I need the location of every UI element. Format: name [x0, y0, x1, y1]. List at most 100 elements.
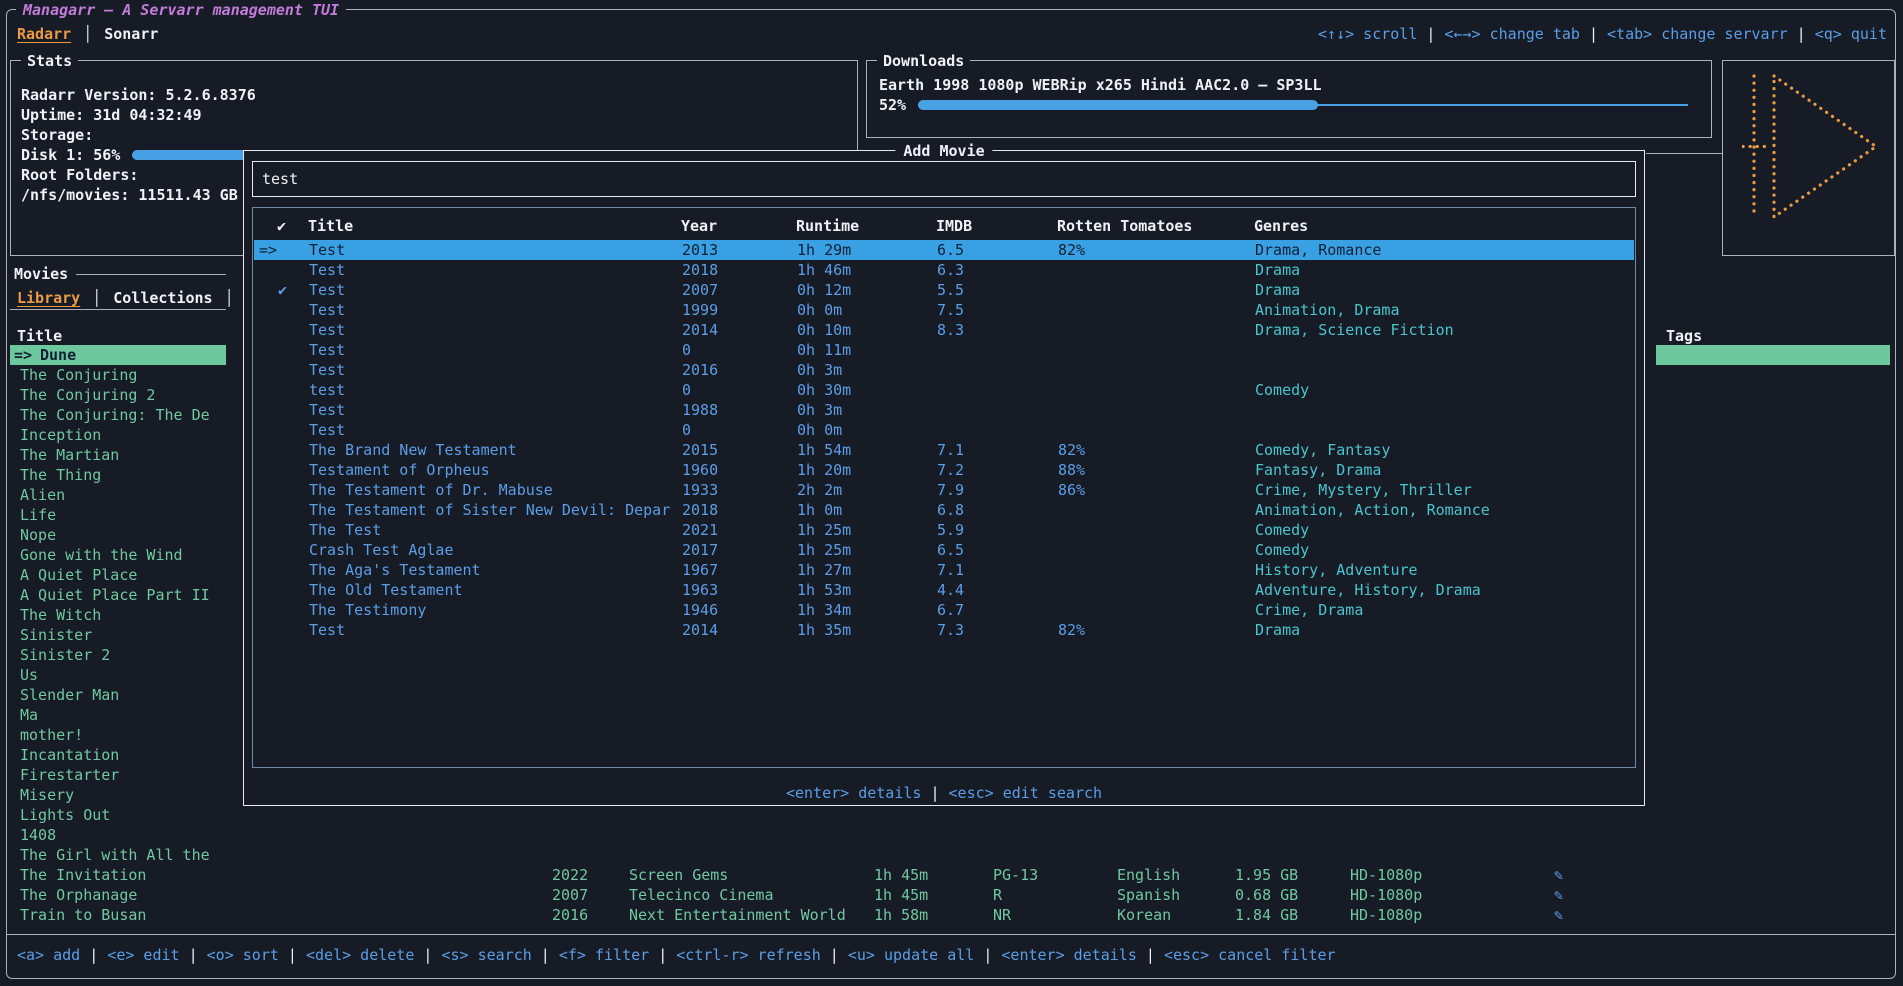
cell-certification: NR	[993, 905, 1011, 925]
add-movie-row[interactable]: The Brand New Testament20151h 54m7.182%C…	[254, 440, 1634, 460]
cell-runtime: 1h 45m	[874, 865, 928, 885]
cell-year: 2007	[682, 280, 718, 300]
cell-year: 2018	[682, 260, 718, 280]
cell-genres: Drama	[1255, 620, 1300, 640]
movie-list-item[interactable]: Sinister 2	[10, 645, 226, 665]
cell-genres: Crime, Mystery, Thriller	[1255, 480, 1472, 500]
disk-label: Disk 1:	[21, 145, 84, 165]
movie-list-item[interactable]: A Quiet Place	[10, 565, 226, 585]
movie-list-item[interactable]: The Conjuring	[10, 365, 226, 385]
movie-list-item[interactable]: Slender Man	[10, 685, 226, 705]
help-separator: |	[821, 946, 848, 964]
download-item-name: Earth 1998 1080p WEBRip x265 Hindi AAC2.…	[879, 75, 1322, 95]
cell-imdb: 7.1	[937, 560, 964, 580]
add-movie-row[interactable]: =>Test20131h 29m6.582%Drama, Romance	[254, 240, 1634, 260]
add-movie-row[interactable]: Test19990h 0m7.5Animation, Drama	[254, 300, 1634, 320]
add-movie-row[interactable]: The Old Testament19631h 53m4.4Adventure,…	[254, 580, 1634, 600]
add-movie-row[interactable]: Test20181h 46m6.3Drama	[254, 260, 1634, 280]
movie-list-item[interactable]: Lights Out	[10, 805, 226, 825]
cell-title: test	[309, 380, 345, 400]
tab-collections[interactable]: Collections	[113, 288, 212, 308]
tab-library[interactable]: Library	[17, 288, 80, 308]
cell-runtime: 1h 27m	[797, 560, 851, 580]
managarr-logo-icon	[1742, 73, 1879, 220]
cell-title: Test	[309, 260, 345, 280]
movie-list-item[interactable]: Incantation	[10, 745, 226, 765]
add-movie-row[interactable]: The Testament of Sister New Devil: Depar…	[254, 500, 1634, 520]
add-movie-search-input[interactable]: test	[252, 161, 1636, 197]
add-movie-row[interactable]: Test19880h 3m	[254, 400, 1634, 420]
help-separator: |	[974, 946, 1001, 964]
movie-list-item[interactable]: Life	[10, 505, 226, 525]
add-movie-row[interactable]: Test20140h 10m8.3Drama, Science Fiction	[254, 320, 1634, 340]
movie-list-item[interactable]: Us	[10, 665, 226, 685]
movie-list-item[interactable]: The Conjuring: The De	[10, 405, 226, 425]
cell-imdb: 6.3	[937, 260, 964, 280]
cell-year: 2007	[552, 885, 588, 905]
cell-year: 2018	[682, 500, 718, 520]
cell-genres: Comedy, Fantasy	[1255, 440, 1390, 460]
cell-year: 2016	[552, 905, 588, 925]
add-movie-row[interactable]: The Testament of Dr. Mabuse19332h 2m7.98…	[254, 480, 1634, 500]
add-movie-row[interactable]: Test20141h 35m7.382%Drama	[254, 620, 1634, 640]
add-movie-row[interactable]: Test00h 0m	[254, 420, 1634, 440]
cell-year: 2015	[682, 440, 718, 460]
movie-table-row[interactable]: 2016Next Entertainment World1h 58mNRKore…	[0, 905, 1903, 925]
add-movie-row[interactable]: Testament of Orpheus19601h 20m7.288%Fant…	[254, 460, 1634, 480]
selected-movie-row[interactable]: => Dune	[10, 345, 226, 365]
movie-list-item[interactable]: Inception	[10, 425, 226, 445]
column-header: ✔	[277, 216, 286, 236]
movie-list-item[interactable]: The Martian	[10, 445, 226, 465]
column-header: Title	[308, 216, 353, 236]
library-bottom-border	[7, 934, 1896, 935]
cell-genres: Drama	[1255, 260, 1300, 280]
help-item: <←→> change tab	[1444, 25, 1579, 43]
servarr-tab-bar: Radarr │ Sonarr	[17, 24, 158, 44]
add-movie-row[interactable]: The Aga's Testament19671h 27m7.1History,…	[254, 560, 1634, 580]
tab-sonarr[interactable]: Sonarr	[104, 24, 158, 44]
movie-list-item[interactable]: A Quiet Place Part II	[10, 585, 226, 605]
add-movie-row[interactable]: test00h 30mComedy	[254, 380, 1634, 400]
movie-list-item[interactable]: Alien	[10, 485, 226, 505]
cell-year: 1963	[682, 580, 718, 600]
movie-list-item[interactable]: mother!	[10, 725, 226, 745]
movie-list-item[interactable]: The Thing	[10, 465, 226, 485]
cell-title: Test	[309, 280, 345, 300]
cell-imdb: 7.1	[937, 440, 964, 460]
movie-table-row[interactable]: 2022Screen Gems1h 45mPG-13English1.95 GB…	[0, 865, 1903, 885]
movie-list-item[interactable]: The Girl with All the	[10, 845, 226, 865]
cell-size: 0.68 GB	[1235, 885, 1298, 905]
downloads-panel: Downloads Earth 1998 1080p WEBRip x265 H…	[866, 60, 1712, 138]
cell-year: 2017	[682, 540, 718, 560]
cell-year: 0	[682, 340, 691, 360]
movie-list-item[interactable]: Misery	[10, 785, 226, 805]
tab-radarr[interactable]: Radarr	[17, 24, 71, 44]
help-item: <o> sort	[207, 946, 279, 964]
add-movie-row[interactable]: Crash Test Aglae20171h 25m6.5Comedy	[254, 540, 1634, 560]
add-movie-row[interactable]: The Test20211h 25m5.9Comedy	[254, 520, 1634, 540]
add-movie-row[interactable]: The Testimony19461h 34m6.7Crime, Drama	[254, 600, 1634, 620]
download-progress-gauge-fill	[918, 100, 1318, 110]
cell-runtime: 1h 29m	[797, 240, 851, 260]
movie-list-item[interactable]: Sinister	[10, 625, 226, 645]
cell-imdb: 6.5	[937, 240, 964, 260]
cell-imdb: 5.5	[937, 280, 964, 300]
movie-list-item[interactable]: Nope	[10, 525, 226, 545]
movie-list-item[interactable]: The Conjuring 2	[10, 385, 226, 405]
add-movie-row[interactable]: Test20160h 3m	[254, 360, 1634, 380]
add-movie-row[interactable]: Test00h 11m	[254, 340, 1634, 360]
logo-panel	[1722, 60, 1895, 256]
movies-list: The ConjuringThe Conjuring 2The Conjurin…	[10, 365, 226, 925]
title-column-header: Title	[17, 326, 62, 346]
movie-list-item[interactable]: Ma	[10, 705, 226, 725]
movie-list-item[interactable]: 1408	[10, 825, 226, 845]
cell-genres: History, Adventure	[1255, 560, 1418, 580]
selected-movie-tags-cell[interactable]	[1656, 345, 1890, 365]
movie-list-item[interactable]: The Witch	[10, 605, 226, 625]
cell-year: 2014	[682, 320, 718, 340]
movie-list-item[interactable]: Gone with the Wind	[10, 545, 226, 565]
movie-table-row[interactable]: 2007Telecinco Cinema1h 45mRSpanish0.68 G…	[0, 885, 1903, 905]
movie-list-item[interactable]: Firestarter	[10, 765, 226, 785]
add-movie-row[interactable]: ✔Test20070h 12m5.5Drama	[254, 280, 1634, 300]
column-header: Rotten Tomatoes	[1057, 216, 1192, 236]
